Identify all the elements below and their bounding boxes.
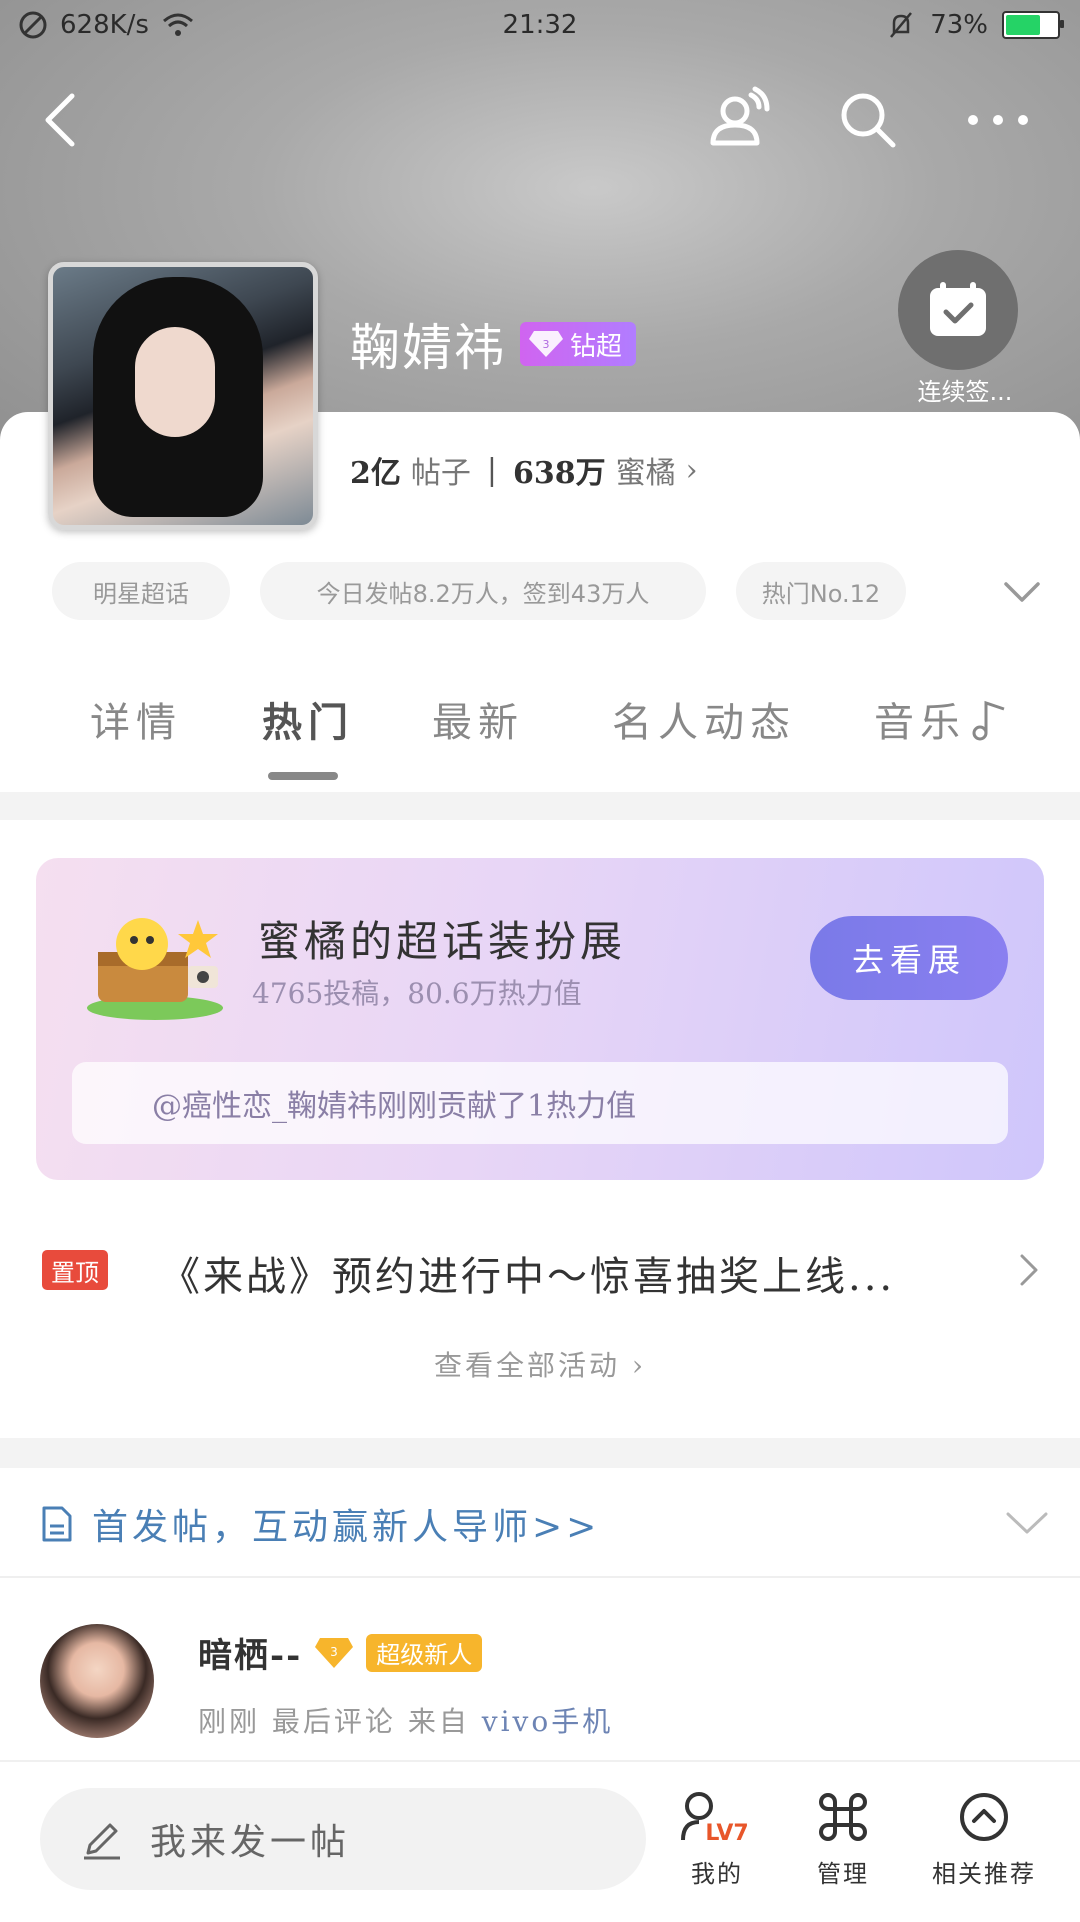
nav-manage[interactable]: 管理 xyxy=(778,1790,908,1889)
diamond-icon: 3 xyxy=(529,331,563,357)
posts-count: 2亿 xyxy=(350,456,401,491)
follow-user-icon xyxy=(710,86,770,146)
search-button[interactable] xyxy=(828,80,908,160)
section-divider-2 xyxy=(0,1438,1080,1468)
level-user-icon: LV7 xyxy=(681,1792,749,1846)
tab-music[interactable]: 音乐 xyxy=(874,690,1010,748)
pencil-icon xyxy=(84,1823,120,1860)
new-post-input[interactable]: 我来发一帖 xyxy=(40,1788,646,1890)
exhibition-title: 蜜橘的超话装扮展 xyxy=(258,917,627,966)
svg-text:LV7: LV7 xyxy=(705,1821,748,1844)
battery-percent: 73% xyxy=(930,10,988,40)
chevron-down-icon[interactable] xyxy=(1000,572,1044,612)
diamond-level-icon: 3 xyxy=(315,1637,354,1668)
chip-hot-rank[interactable]: 热门No.12 xyxy=(736,562,906,620)
search-icon xyxy=(841,93,896,148)
status-bar: 628K/s 21:32 73% xyxy=(0,0,1080,56)
checkin-button[interactable] xyxy=(898,250,1018,370)
chevron-right-icon[interactable] xyxy=(1014,1250,1044,1290)
chip-star-topic[interactable]: 明星超话 xyxy=(52,562,230,620)
chevron-up-circle-icon xyxy=(960,1793,1008,1841)
music-note-icon xyxy=(972,700,1005,741)
chevron-down-icon[interactable] xyxy=(1004,1508,1050,1538)
section-divider xyxy=(0,792,1080,820)
fans-arrow: › xyxy=(685,452,698,488)
divider xyxy=(0,1576,1080,1578)
comment-username[interactable]: 暗栖-- xyxy=(198,1628,302,1677)
topic-stats[interactable]: 2亿 帖子 | 638万 蜜橘 › xyxy=(350,448,698,492)
chevron-left-icon xyxy=(45,93,75,147)
tab-hot[interactable]: 热门 xyxy=(262,690,354,748)
nav-related[interactable]: 相关推荐 xyxy=(914,1790,1054,1889)
first-post-notice[interactable]: 首发帖，互动赢新人导师>> xyxy=(40,1498,600,1550)
follow-user-button[interactable] xyxy=(698,78,778,158)
chip-daily-stats[interactable]: 今日发帖8.2万人，签到43万人 xyxy=(260,562,706,620)
topic-name: 鞠婧祎 xyxy=(350,319,506,377)
document-icon xyxy=(42,1506,72,1542)
topic-avatar[interactable] xyxy=(48,262,318,530)
diamond-super-badge[interactable]: 3 钻超 xyxy=(520,322,637,366)
exhibition-subtitle: 4765投稿，80.6万热力值 xyxy=(252,977,582,1010)
checkin-label: 连续签... xyxy=(917,378,1013,406)
tab-details[interactable]: 详情 xyxy=(90,690,182,748)
svg-text:3: 3 xyxy=(330,1645,338,1659)
calendar-check-icon xyxy=(930,282,986,336)
command-icon xyxy=(819,1793,867,1841)
nav-me-label: 我的 xyxy=(691,1860,743,1888)
tab-bar: 详情 热门 最新 名人动态 音乐 xyxy=(0,690,1080,780)
fans-count: 638万 xyxy=(512,456,606,491)
chevron-right-small-icon: › xyxy=(631,1349,647,1382)
tab-latest[interactable]: 最新 xyxy=(432,690,524,748)
more-button[interactable] xyxy=(958,80,1038,160)
view-all-activities-link[interactable]: 查看全部活动 › xyxy=(0,1344,1080,1384)
more-icon xyxy=(968,115,1028,125)
tab-celebrity-updates[interactable]: 名人动态 xyxy=(612,690,796,748)
active-tab-indicator xyxy=(268,772,338,780)
back-button[interactable] xyxy=(20,80,100,160)
nav-manage-label: 管理 xyxy=(817,1860,869,1888)
comment-meta: 刚刚 最后评论 来自 vivo手机 xyxy=(198,1705,614,1738)
svg-text:3: 3 xyxy=(543,338,550,351)
stats-divider: | xyxy=(486,452,497,488)
topic-name-row: 鞠婧祎 3 钻超 xyxy=(350,308,637,380)
nav-related-label: 相关推荐 xyxy=(932,1860,1036,1888)
pinned-tag: 置顶 xyxy=(42,1250,108,1290)
nav-me[interactable]: LV7 我的 xyxy=(652,1790,782,1889)
avatar[interactable] xyxy=(40,1624,154,1738)
treasure-chest-mascot-icon xyxy=(87,918,223,1020)
battery-icon xyxy=(1002,11,1064,39)
posts-label: 帖子 xyxy=(410,456,471,491)
pinned-post-title[interactable]: 《来战》预约进行中～惊喜抽奖上线... xyxy=(160,1244,950,1302)
super-newbie-badge: 超级新人 xyxy=(366,1633,483,1672)
view-exhibition-button[interactable]: 去看展 xyxy=(810,916,1008,1000)
comment-user-row: 暗栖-- 3 超级新人 xyxy=(198,1628,483,1677)
exhibition-ticker: @癌性恋_鞠婧祎刚刚贡献了1热力值 xyxy=(72,1062,1008,1144)
mute-bell-icon xyxy=(890,12,913,38)
fans-label: 蜜橘 xyxy=(615,456,676,491)
